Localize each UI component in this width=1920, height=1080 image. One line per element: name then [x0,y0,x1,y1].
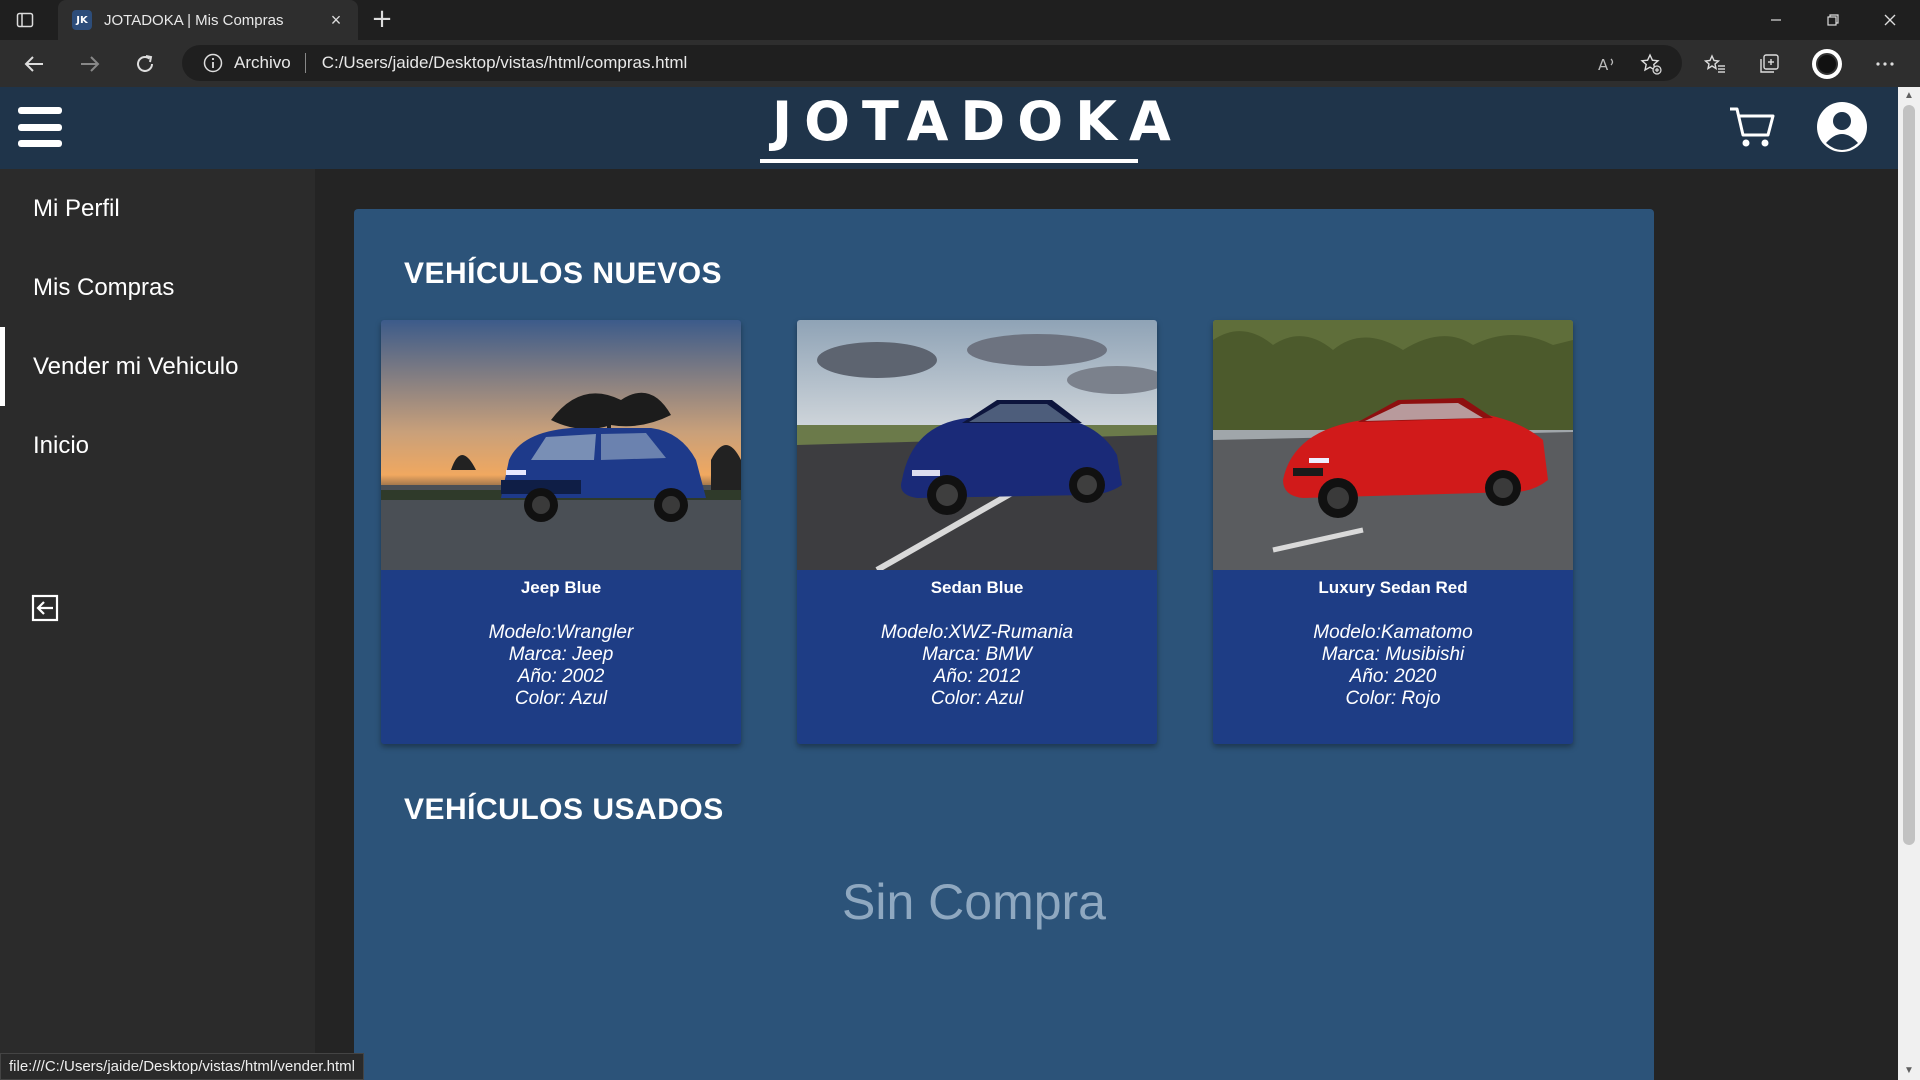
collections-icon[interactable] [1754,50,1784,78]
vehicle-details: Modelo:XWZ-Rumania Marca: BMW Año: 2012 … [797,622,1157,710]
vehicle-marca: Marca: BMW [922,644,1032,665]
logout-icon[interactable] [31,594,59,622]
tab-favicon: JK [72,10,92,30]
vehicle-color: Color: Azul [514,688,608,709]
page-scrollbar[interactable]: ▲ ▼ [1898,87,1920,1080]
vehicle-anio: Año: 2020 [1349,666,1437,687]
scroll-down-arrow-icon[interactable]: ▼ [1902,1066,1916,1076]
scroll-up-arrow-icon[interactable]: ▲ [1902,91,1916,101]
svg-text:A: A [1598,56,1609,73]
more-options-icon[interactable] [1870,50,1900,78]
sidebar-item-mi-perfil[interactable]: Mi Perfil [0,169,315,248]
add-favorite-icon[interactable] [1636,50,1666,78]
cart-icon[interactable] [1728,105,1776,149]
menu-hamburger-icon[interactable] [18,107,62,147]
browser-toolbar: Archivo C:/Users/jaide/Desktop/vistas/ht… [0,40,1920,87]
tab-title: JOTADOKA | Mis Compras [104,11,284,29]
brand-underline [760,159,1138,163]
brand-logo[interactable]: JOTADOKA [760,91,1171,153]
url-text[interactable]: C:/Users/jaide/Desktop/vistas/html/compr… [322,53,688,73]
url-separator [304,53,306,73]
tab-actions-icon[interactable] [14,9,36,31]
restore-icon[interactable] [1805,0,1861,40]
vehicle-photo-jeep-blue [381,320,741,570]
vehicle-color: Color: Rojo [1345,688,1441,709]
tab-close-icon[interactable]: × [326,10,346,31]
vehicle-details: Modelo:Wrangler Marca: Jeep Año: 2002 Co… [381,622,741,710]
link-status-bar: file:///C:/Users/jaide/Desktop/vistas/ht… [0,1053,364,1080]
sidebar-item-inicio[interactable]: Inicio [0,406,315,485]
scrollbar-thumb[interactable] [1903,105,1915,845]
vehicle-anio: Año: 2012 [933,666,1021,687]
site-header: JOTADOKA [0,87,1898,169]
vehicle-marca: Marca: Musibishi [1321,644,1465,665]
forward-icon[interactable] [74,50,106,78]
vehicle-card[interactable]: Sedan Blue Modelo:XWZ-Rumania Marca: BMW… [797,320,1157,744]
page-viewport: JOTADOKA Mi Perfil Mis Compras Vender mi… [0,87,1898,1080]
vehicle-marca: Marca: Jeep [508,644,614,665]
back-icon[interactable] [18,50,50,78]
sidebar-item-mis-compras[interactable]: Mis Compras [0,248,315,327]
vehicle-card[interactable]: Jeep Blue Modelo:Wrangler Marca: Jeep Añ… [381,320,741,744]
user-account-icon[interactable] [1816,101,1868,153]
vehicle-name: Sedan Blue [930,578,1024,597]
window-close-icon[interactable] [1862,0,1918,40]
vehicle-name: Luxury Sedan Red [1318,578,1468,597]
vehicle-modelo: Modelo:XWZ-Rumania [880,622,1074,643]
browser-profile-avatar[interactable] [1812,49,1842,79]
vehicle-anio: Año: 2002 [517,666,605,687]
browser-tab-strip: JK JOTADOKA | Mis Compras × + [0,0,1920,40]
address-bar[interactable]: Archivo C:/Users/jaide/Desktop/vistas/ht… [182,45,1682,81]
read-aloud-icon[interactable]: A [1592,50,1622,78]
site-info-icon[interactable] [202,52,224,74]
sidebar-item-vender-mi-vehiculo[interactable]: Vender mi Vehiculo [0,327,315,406]
vehicle-modelo: Modelo:Wrangler [488,622,634,643]
vehicle-photo-luxury-sedan-red [1213,320,1573,570]
vehicle-color: Color: Azul [930,688,1024,709]
sidebar: Mi Perfil Mis Compras Vender mi Vehiculo… [0,169,315,1080]
empty-state-text: Sin Compra [842,874,1106,930]
purchases-panel: VEHÍCULOS NUEVOS Jeep Blue Modelo:Wrangl… [354,209,1654,1080]
used-vehicles-title: VEHÍCULOS USADOS [404,793,724,826]
vehicle-modelo: Modelo:Kamatomo [1313,622,1473,643]
vehicle-details: Modelo:Kamatomo Marca: Musibishi Año: 20… [1213,622,1573,710]
url-scheme-label: Archivo [234,53,291,72]
browser-tab-active[interactable]: JK JOTADOKA | Mis Compras × [58,0,358,40]
reload-icon[interactable] [129,50,161,78]
new-tab-button[interactable]: + [368,6,396,34]
new-vehicles-title: VEHÍCULOS NUEVOS [404,257,723,290]
vehicle-card[interactable]: Luxury Sedan Red Modelo:Kamatomo Marca: … [1213,320,1573,744]
favorites-icon[interactable] [1700,50,1730,78]
minimize-icon[interactable] [1748,0,1804,40]
vehicle-name: Jeep Blue [520,578,602,597]
vehicle-photo-sedan-blue [797,320,1157,570]
